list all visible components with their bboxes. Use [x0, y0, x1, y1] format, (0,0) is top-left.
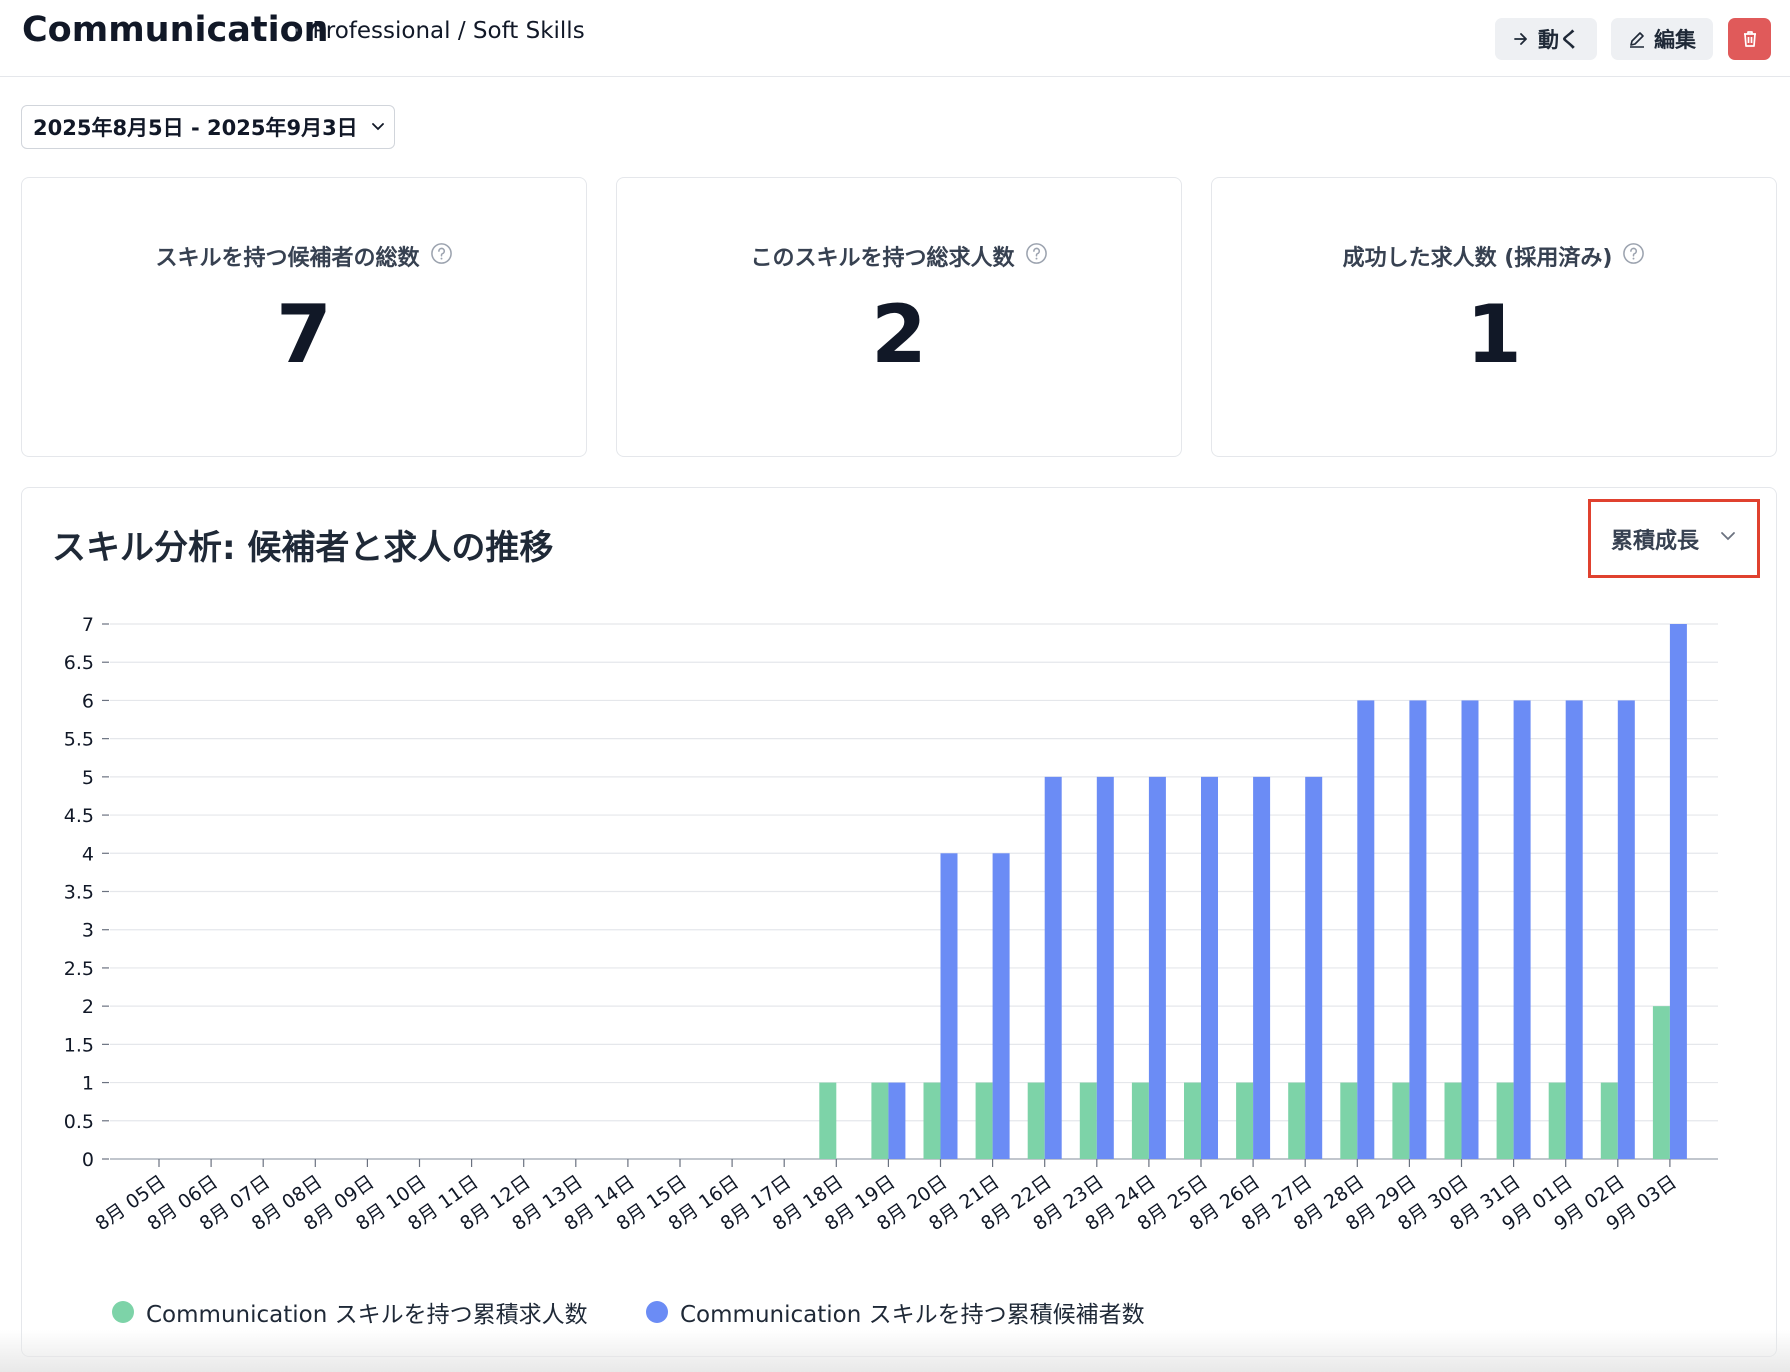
y-tick-label: 5	[82, 767, 94, 789]
y-tick-label: 2.5	[64, 958, 94, 980]
bar-candidates	[940, 853, 958, 1159]
y-tick-label: 6.5	[64, 652, 94, 674]
bar-candidates	[1044, 776, 1062, 1159]
bar-jobs	[1184, 1082, 1201, 1159]
bar-jobs	[1340, 1082, 1358, 1159]
legend-swatch-green	[112, 1301, 134, 1323]
bar-candidates	[1148, 776, 1166, 1159]
bar-jobs	[1079, 1082, 1097, 1159]
legend-label: Communication スキルを持つ累積求人数	[146, 1302, 588, 1328]
y-tick-label: 7	[82, 614, 94, 636]
bar-chart: 00.511.522.533.544.555.566.578月 05日8月 06…	[64, 614, 1718, 1235]
y-tick-label: 0	[82, 1149, 94, 1171]
bar-jobs	[1027, 1082, 1045, 1159]
bar-jobs	[1288, 1082, 1306, 1159]
bottom-fade	[0, 1330, 1790, 1372]
bar-candidates	[1513, 700, 1531, 1159]
bar-candidates	[1357, 700, 1375, 1159]
bar-jobs	[1600, 1082, 1618, 1159]
bar-jobs	[923, 1082, 941, 1159]
y-tick-label: 1.5	[64, 1034, 94, 1056]
bar-jobs	[1652, 1006, 1670, 1159]
bar-candidates	[1669, 624, 1687, 1159]
y-tick-label: 4.5	[64, 805, 94, 827]
bar-candidates	[1305, 776, 1323, 1159]
bar-jobs	[1392, 1082, 1410, 1159]
y-tick-label: 3	[82, 920, 94, 942]
bar-candidates	[888, 1082, 906, 1159]
legend-swatch-blue	[646, 1301, 668, 1323]
bar-candidates	[1096, 776, 1114, 1159]
y-tick-label: 5.5	[64, 729, 94, 751]
legend-label: Communication スキルを持つ累積候補者数	[680, 1302, 1145, 1328]
bar-jobs	[1548, 1082, 1566, 1159]
bar-candidates	[1201, 776, 1218, 1159]
bar-candidates	[1617, 700, 1635, 1159]
bar-jobs	[1236, 1082, 1254, 1159]
bar-candidates	[992, 853, 1010, 1159]
bar-jobs	[1131, 1082, 1149, 1159]
bar-candidates	[1565, 700, 1583, 1159]
y-tick-label: 6	[82, 690, 94, 712]
y-tick-label: 3.5	[64, 882, 94, 904]
bar-jobs	[819, 1082, 837, 1159]
bar-jobs	[871, 1082, 889, 1159]
y-tick-label: 4	[82, 843, 94, 865]
y-tick-label: 1	[82, 1073, 94, 1095]
bar-candidates	[1461, 700, 1479, 1159]
bar-jobs	[1444, 1082, 1462, 1159]
bar-jobs	[975, 1082, 993, 1159]
y-tick-label: 0.5	[64, 1111, 94, 1133]
bar-candidates	[1409, 700, 1427, 1159]
y-tick-label: 2	[82, 996, 94, 1018]
bar-jobs	[1496, 1082, 1514, 1159]
legend-item-jobs[interactable]: Communication スキルを持つ累積求人数	[112, 1295, 588, 1329]
bar-candidates	[1253, 776, 1271, 1159]
legend-item-candidates[interactable]: Communication スキルを持つ累積候補者数	[646, 1295, 1145, 1329]
